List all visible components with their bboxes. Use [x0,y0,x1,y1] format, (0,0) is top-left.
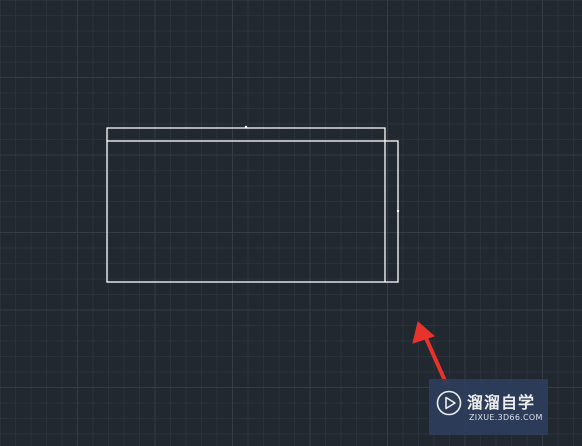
rectangle-back[interactable] [106,127,386,282]
play-logo-icon [436,390,462,416]
drawn-geometry[interactable] [106,125,400,283]
watermark-title: 溜溜自学 [467,393,536,412]
grip-point-right[interactable] [396,209,400,213]
watermark-badge: 溜溜自学 ZIXUE.3D66.COM [429,379,548,435]
watermark-url: ZIXUE.3D66.COM [469,413,543,422]
red-arrow-annotation [412,321,448,385]
rectangle-front[interactable] [106,140,399,283]
grip-point-top[interactable] [244,125,248,129]
